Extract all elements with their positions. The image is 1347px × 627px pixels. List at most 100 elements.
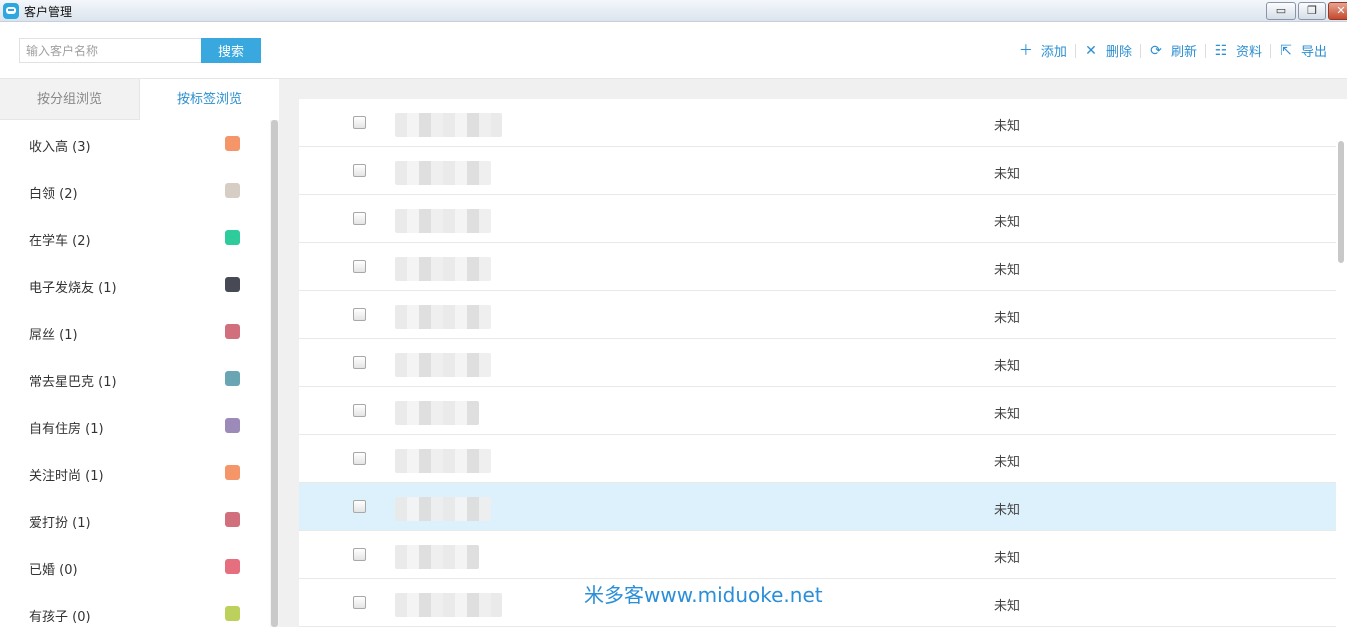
blurred-customer-name (395, 257, 491, 281)
tag-label: 常去星巴克 (1) (29, 375, 117, 390)
profile-button[interactable]: ☷ 资料 (1206, 41, 1270, 61)
customer-status: 未知 (994, 119, 1021, 134)
profile-card-icon: ☷ (1214, 42, 1228, 59)
tag-item[interactable]: 自有住房 (1) (0, 402, 270, 449)
row-checkbox[interactable] (353, 500, 366, 513)
toolbar-actions: ＋ 添加 ✕ 删除 ⟳ 刷新 ☷ 资料 ⇱ 导出 (1011, 41, 1335, 60)
tag-label: 关注时尚 (1) (29, 469, 104, 484)
tag-item[interactable]: 关注时尚 (1) (0, 449, 270, 496)
blurred-customer-name (395, 161, 491, 185)
profile-label: 资料 (1235, 45, 1262, 60)
customer-status: 未知 (994, 599, 1021, 614)
table-scrollbar-thumb[interactable] (1338, 141, 1344, 263)
row-checkbox[interactable] (353, 308, 366, 321)
blurred-customer-name (395, 401, 479, 425)
table-row[interactable]: 未知 (299, 435, 1336, 483)
customer-table: 未知 未知 未知 未知 未知 未知 未知 未知 未知 未知 未知 (299, 99, 1336, 627)
row-checkbox[interactable] (353, 452, 366, 465)
row-checkbox[interactable] (353, 404, 366, 417)
window-titlebar: 客户管理 ▭ ❐ ✕ (0, 0, 1347, 22)
row-checkbox[interactable] (353, 116, 366, 129)
tag-color-swatch (225, 559, 240, 574)
customer-status: 未知 (994, 455, 1021, 470)
delete-label: 删除 (1105, 45, 1132, 60)
search-button[interactable]: 搜索 (201, 38, 261, 63)
row-checkbox[interactable] (353, 548, 366, 561)
delete-button[interactable]: ✕ 删除 (1076, 41, 1140, 61)
export-icon: ⇱ (1280, 42, 1292, 59)
row-checkbox[interactable] (353, 164, 366, 177)
tag-item[interactable]: 在学车 (2) (0, 214, 270, 261)
refresh-icon: ⟳ (1150, 42, 1162, 59)
minimize-button[interactable]: ▭ (1266, 2, 1296, 20)
table-row[interactable]: 未知 (299, 387, 1336, 435)
close-x-icon: ✕ (1085, 42, 1097, 59)
tag-item[interactable]: 已婚 (0) (0, 543, 270, 590)
refresh-label: 刷新 (1170, 45, 1197, 60)
add-button[interactable]: ＋ 添加 (1011, 41, 1075, 61)
app-logo-icon (3, 3, 19, 19)
tag-label: 已婚 (0) (29, 563, 78, 578)
tag-label: 爱打扮 (1) (29, 516, 91, 531)
window-title: 客户管理 (24, 5, 73, 19)
table-row[interactable]: 未知 (299, 339, 1336, 387)
toolbar: 搜索 ＋ 添加 ✕ 删除 ⟳ 刷新 ☷ 资料 ⇱ 导出 (0, 22, 1347, 79)
sidebar-scrollbar-thumb[interactable] (271, 120, 278, 627)
tab-browse-by-tag[interactable]: 按标签浏览 (139, 79, 279, 120)
customer-status: 未知 (994, 551, 1021, 566)
table-row[interactable]: 未知 (299, 531, 1336, 579)
table-row[interactable]: 未知 (299, 147, 1336, 195)
row-checkbox[interactable] (353, 260, 366, 273)
tag-color-swatch (225, 324, 240, 339)
tag-item[interactable]: 白领 (2) (0, 167, 270, 214)
tag-item[interactable]: 有孩子 (0) (0, 590, 270, 627)
tag-label: 收入高 (3) (29, 140, 91, 155)
tag-item[interactable]: 屌丝 (1) (0, 308, 270, 355)
table-row[interactable]: 未知 (299, 195, 1336, 243)
customer-status: 未知 (994, 215, 1021, 230)
table-row[interactable]: 未知 (299, 243, 1336, 291)
row-checkbox[interactable] (353, 212, 366, 225)
tag-label: 电子发烧友 (1) (29, 281, 117, 296)
customer-status: 未知 (994, 311, 1021, 326)
tag-color-swatch (225, 371, 240, 386)
export-button[interactable]: ⇱ 导出 (1271, 41, 1335, 61)
tag-item[interactable]: 收入高 (3) (0, 120, 270, 167)
row-checkbox[interactable] (353, 596, 366, 609)
add-label: 添加 (1040, 45, 1067, 60)
refresh-button[interactable]: ⟳ 刷新 (1141, 41, 1205, 61)
blurred-customer-name (395, 305, 491, 329)
tab-browse-by-group[interactable]: 按分组浏览 (0, 79, 139, 120)
customer-status: 未知 (994, 503, 1021, 518)
row-checkbox[interactable] (353, 356, 366, 369)
sidebar-scrollbar[interactable] (270, 120, 279, 627)
tag-color-swatch (225, 136, 240, 151)
table-row[interactable]: 未知 (299, 291, 1336, 339)
restore-button[interactable]: ❐ (1298, 2, 1326, 20)
customer-status: 未知 (994, 359, 1021, 374)
blurred-customer-name (395, 449, 491, 473)
tag-item[interactable]: 常去星巴克 (1) (0, 355, 270, 402)
blurred-customer-name (395, 209, 491, 233)
table-row-selected[interactable]: 未知 (299, 483, 1336, 531)
tag-list: 收入高 (3) 白领 (2) 在学车 (2) 电子发烧友 (1) 屌丝 (1) … (0, 120, 270, 627)
customer-search-input[interactable] (19, 38, 201, 63)
customer-status: 未知 (994, 167, 1021, 182)
tag-item[interactable]: 电子发烧友 (1) (0, 261, 270, 308)
tag-label: 屌丝 (1) (29, 328, 78, 343)
tag-item[interactable]: 爱打扮 (1) (0, 496, 270, 543)
plus-icon: ＋ (1018, 42, 1033, 59)
tag-label: 在学车 (2) (29, 234, 91, 249)
browse-tabs: 按分组浏览 按标签浏览 (0, 79, 279, 120)
blurred-customer-name (395, 593, 502, 617)
tag-label: 自有住房 (1) (29, 422, 104, 437)
table-row[interactable]: 未知 (299, 99, 1336, 147)
blurred-customer-name (395, 497, 491, 521)
export-label: 导出 (1300, 45, 1327, 60)
table-scrollbar[interactable] (1336, 99, 1347, 627)
close-window-button[interactable]: ✕ (1328, 2, 1347, 20)
watermark-text: 米多客www.miduoke.net (584, 583, 823, 607)
tag-color-swatch (225, 277, 240, 292)
customer-list-area: 未知 未知 未知 未知 未知 未知 未知 未知 未知 未知 未知 (279, 79, 1347, 627)
customer-status: 未知 (994, 263, 1021, 278)
